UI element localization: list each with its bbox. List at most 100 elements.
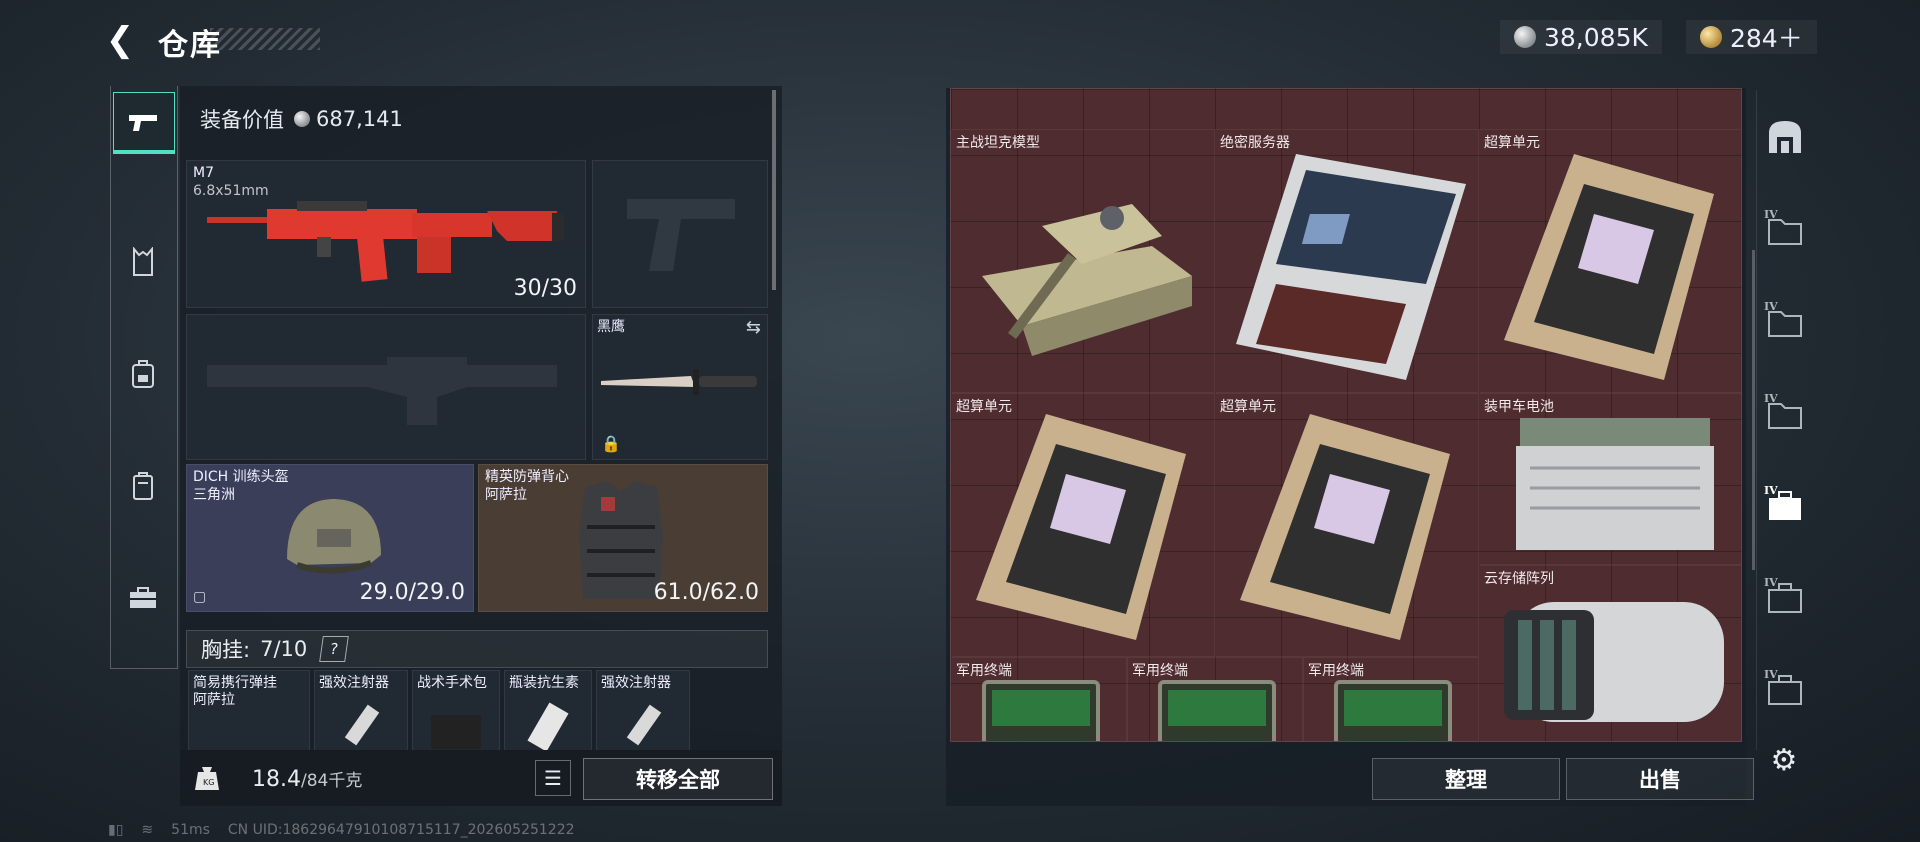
stash-tabs-scrollbar[interactable]	[1752, 250, 1755, 570]
nav-backpack[interactable]	[113, 344, 173, 404]
stash-tab-folder-3[interactable]: IV	[1760, 388, 1810, 438]
knife-image	[601, 369, 757, 395]
primary-weapon-slot[interactable]: M7 6.8x51mm 30/30	[186, 160, 586, 308]
stash-item[interactable]: 军用终端	[1303, 657, 1479, 741]
stash-item[interactable]: 绝密服务器	[1215, 129, 1479, 393]
armor-origin: 阿萨拉	[485, 487, 527, 503]
stash-item[interactable]: 军用终端	[951, 657, 1127, 741]
nav-weapons[interactable]	[113, 92, 175, 154]
stash-tab-folder-1[interactable]: IV	[1760, 204, 1810, 254]
chest-item[interactable]: 简易携行弹挂 阿萨拉	[188, 670, 310, 752]
syringe-image	[344, 704, 380, 746]
gold-currency[interactable]: 284＋	[1686, 20, 1817, 54]
chest-item[interactable]: 瓶装抗生素	[504, 670, 592, 752]
weight-max: /84千克	[300, 771, 363, 791]
pistol-slot-empty[interactable]	[592, 160, 768, 308]
stash-item-name: 军用终端	[1132, 663, 1188, 679]
stash-item-name: 主战坦克模型	[956, 135, 1040, 151]
title-decoration	[210, 28, 320, 50]
chest-rig-label: 胸挂:	[201, 638, 251, 662]
chest-item[interactable]: 战术手术包	[412, 670, 500, 752]
pistol-icon	[129, 115, 157, 131]
stash-item[interactable]: 超算单元	[951, 393, 1215, 657]
stash-tab-case-3[interactable]: IV	[1760, 664, 1810, 714]
stash-item[interactable]: 装甲车电池	[1479, 393, 1741, 565]
ping-value: 51ms	[171, 822, 210, 838]
swap-icon[interactable]: ⇆	[746, 317, 761, 338]
backpack-icon	[132, 360, 154, 388]
helmet-slot[interactable]: DICH 训练头盔 三角洲 ▢ 29.0/29.0	[186, 464, 474, 612]
weapon-name: M7	[193, 165, 214, 181]
helmet-image	[287, 499, 381, 574]
silver-coin-icon	[294, 111, 310, 127]
list-icon: ☰	[544, 766, 562, 790]
stash-item[interactable]: 超算单元	[1479, 129, 1741, 393]
supercomputer-unit-image	[1504, 154, 1714, 380]
tab-iv-label: IV	[1764, 208, 1778, 221]
toolbox-icon	[130, 587, 156, 608]
stash-grid[interactable]: 主战坦克模型 绝密服务器 超算单元 超算单元 超算单元 装甲车电池 云存储阵列 …	[950, 88, 1742, 742]
tank-model-image	[982, 204, 1192, 356]
loadout-scrollbar[interactable]	[772, 90, 776, 290]
knife-name: 黑鹰	[597, 319, 625, 335]
tab-iv-label: IV	[1764, 392, 1778, 405]
stash-item[interactable]: 云存储阵列	[1479, 565, 1741, 741]
stash-tab-case-2[interactable]: IV	[1760, 572, 1810, 622]
chest-item-name: 瓶装抗生素	[509, 675, 579, 691]
tab-iv-label: IV	[1764, 576, 1778, 589]
chest-rig-header: 胸挂: 7/10 ?	[186, 630, 768, 668]
chest-rig-help-button[interactable]: ?	[319, 636, 350, 662]
secondary-weapon-slot-empty[interactable]	[186, 314, 586, 460]
silver-amount: 38,085K	[1544, 22, 1648, 52]
nav-pouch[interactable]	[113, 456, 173, 516]
chest-item-name: 强效注射器	[319, 675, 389, 691]
chest-item[interactable]: 强效注射器	[596, 670, 690, 752]
melee-slot[interactable]: 黑鹰 ⇆ 🔒	[592, 314, 768, 460]
carry-weight: 18.4/84千克	[252, 766, 362, 792]
helmet-origin: 三角洲	[193, 487, 235, 503]
stash-item-name: 军用终端	[956, 663, 1012, 679]
nav-toolbox[interactable]	[113, 568, 173, 628]
transfer-all-button[interactable]: 转移全部	[583, 758, 773, 800]
stash-icon	[1769, 121, 1801, 153]
armor-slot[interactable]: 精英防弹背心 阿萨拉 61.0/62.0	[478, 464, 768, 612]
vest-icon	[133, 247, 153, 276]
stash-item-name: 超算单元	[956, 399, 1012, 415]
settings-button[interactable]: ⚙	[1766, 742, 1802, 778]
pistol-silhouette-icon	[627, 199, 735, 271]
no-repair-icon: ▢	[193, 589, 207, 605]
chevron-left-icon: ❮	[105, 20, 135, 60]
stash-item[interactable]: 超算单元	[1215, 393, 1479, 657]
gear-icon: ⚙	[1770, 742, 1798, 778]
silver-currency[interactable]: 38,085K	[1500, 20, 1662, 54]
svg-text:KG: KG	[203, 778, 214, 787]
silver-coin-icon	[1514, 26, 1536, 48]
wifi-icon: ≋	[141, 822, 154, 838]
tab-iv-label: IV	[1764, 668, 1778, 681]
syringe-image	[626, 704, 662, 746]
stash-item-name: 超算单元	[1484, 135, 1540, 151]
battery-icon: ▮▯	[108, 822, 124, 838]
server-image	[1236, 154, 1466, 380]
stash-tab-case-1[interactable]: IV	[1760, 480, 1810, 530]
military-terminal-image	[1158, 680, 1276, 741]
nav-chest-rig[interactable]	[113, 232, 173, 292]
cloud-storage-array-image	[1504, 602, 1724, 722]
sort-button[interactable]: 整理	[1372, 758, 1560, 800]
stash-item-name: 超算单元	[1220, 399, 1276, 415]
chest-item[interactable]: 强效注射器	[314, 670, 408, 752]
stash-item[interactable]: 主战坦克模型	[951, 129, 1215, 393]
stash-item[interactable]: 军用终端	[1127, 657, 1303, 741]
stash-tab-folder-2[interactable]: IV	[1760, 296, 1810, 346]
loadout-category-nav	[110, 86, 178, 669]
user-uid: CN UID:18629647910108715117_202605251222	[227, 822, 575, 838]
list-view-button[interactable]: ☰	[535, 760, 571, 796]
gold-amount: 284＋	[1730, 24, 1803, 53]
stash-tab-main[interactable]	[1760, 112, 1810, 162]
rifle-silhouette-icon	[207, 357, 557, 425]
back-button[interactable]: ❮	[100, 20, 140, 60]
chest-item-name: 战术手术包	[417, 675, 487, 691]
sell-button[interactable]: 出售	[1566, 758, 1754, 800]
chest-rig-count: 7/10	[260, 637, 308, 661]
chest-item-origin: 阿萨拉	[193, 692, 235, 708]
